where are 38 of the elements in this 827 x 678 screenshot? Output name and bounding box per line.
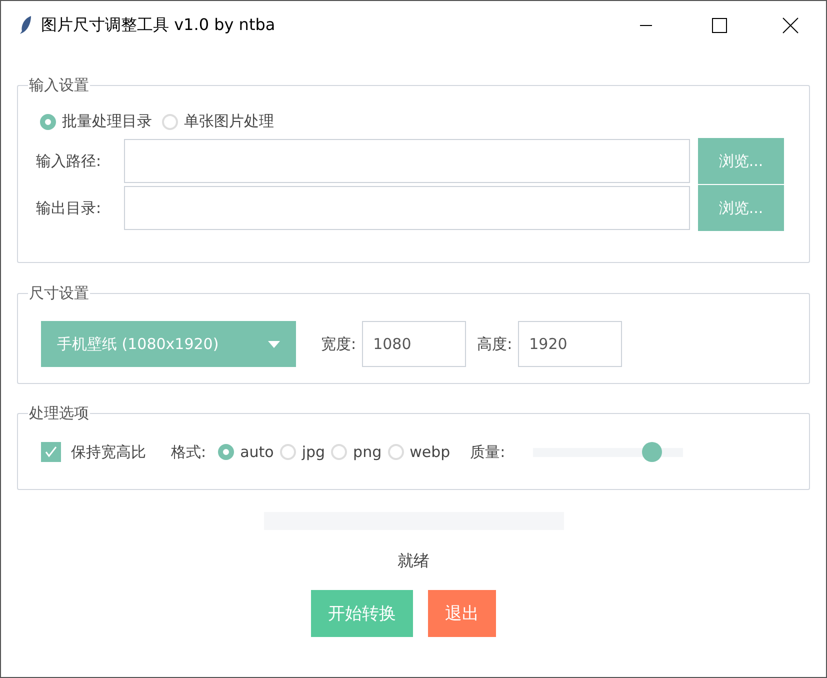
radio-button[interactable] [280,444,296,460]
radio-label: 单张图片处理 [184,112,274,131]
preset-dropdown[interactable]: 手机壁纸 (1080x1920) [41,321,296,367]
field-label: 输入路径: [36,152,102,170]
browse-button[interactable]: 浏览... [698,185,784,231]
radio-button[interactable] [162,114,178,130]
browse-button[interactable]: 浏览... [698,138,784,184]
group-title: 输入设置 [28,75,90,95]
slider-thumb[interactable] [642,442,662,462]
radio-label: webp [410,443,450,461]
radio-button[interactable] [388,444,404,460]
exit-button[interactable]: 退出 [428,590,496,637]
path-field[interactable] [124,186,690,230]
quality-label: 质量: [470,442,506,462]
start-button[interactable]: 开始转换 [311,590,413,637]
check-icon [44,445,58,459]
radio-button[interactable] [40,114,56,130]
radio-label: 批量处理目录 [62,112,152,131]
window-title: 图片尺寸调整工具 v1.0 by ntba [41,14,276,36]
radio-label: auto [240,443,274,461]
field-label: 高度: [477,334,512,354]
height-field[interactable]: 1920 [518,321,622,367]
status-text: 就绪 [398,551,430,572]
radio-label: jpg [302,443,326,461]
radio-label: png [353,443,382,461]
radio-button[interactable] [331,444,348,460]
field-label: 输出目录: [36,198,102,218]
group-title: 处理选项 [28,403,90,423]
path-field[interactable] [124,139,690,183]
checkbox[interactable] [41,442,61,462]
radio-button[interactable] [218,444,234,460]
feather-icon [19,15,33,35]
caret-icon [268,340,280,348]
checkbox-label: 保持宽高比 [71,442,146,462]
width-field[interactable]: 1080 [362,321,466,367]
format-label: 格式: [171,442,206,462]
group-title: 尺寸设置 [28,283,90,303]
field-label: 宽度: [321,334,356,354]
